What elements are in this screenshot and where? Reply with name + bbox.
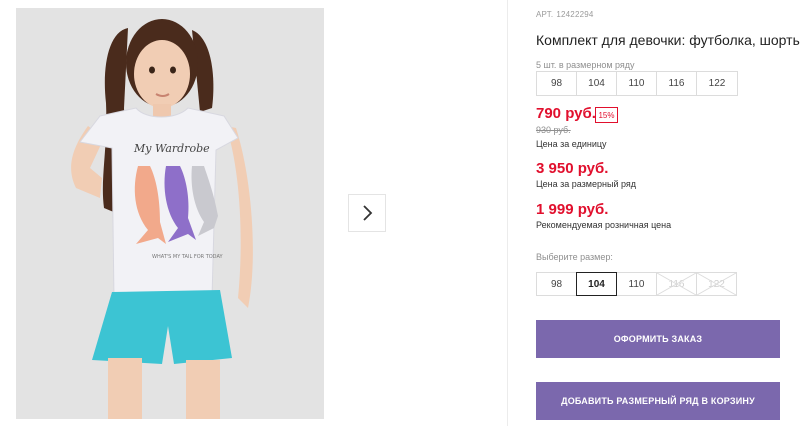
size-option-122: 122 <box>696 272 737 296</box>
old-price: 930 руб. <box>536 125 571 135</box>
row-price: 3 950 руб. <box>536 160 609 177</box>
product-photo[interactable]: My Wardrobe WHAT'S MY TAIL FOR TODAY <box>16 8 324 419</box>
size-option-116: 116 <box>656 272 697 296</box>
product-photo-illustration: My Wardrobe WHAT'S MY TAIL FOR TODAY <box>16 8 324 419</box>
shorts-shape <box>92 290 232 364</box>
place-order-button[interactable]: ОФОРМИТЬ ЗАКАЗ <box>536 320 780 358</box>
unavailable-cross-icon <box>657 273 696 295</box>
size-range-cell: 116 <box>657 72 697 95</box>
size-option-label: 110 <box>628 278 645 290</box>
unavailable-cross-icon <box>697 273 736 295</box>
sku-line: АРТ. 12422294 <box>536 10 594 19</box>
size-option-label: 104 <box>588 278 605 290</box>
add-size-row-to-cart-button[interactable]: ДОБАВИТЬ РАЗМЕРНЫЙ РЯД В КОРЗИНУ <box>536 382 780 420</box>
size-picker: 98 104 110 116 122 <box>536 272 737 296</box>
size-range-cell: 98 <box>537 72 577 95</box>
size-range-cell: 104 <box>577 72 617 95</box>
product-info-panel: АРТ. 12422294 Комплект для девочки: футбо… <box>536 0 800 426</box>
product-title: Комплект для девочки: футболка, шорты <box>536 32 800 48</box>
next-image-button[interactable] <box>348 194 386 232</box>
discount-badge: 15% <box>595 107 618 123</box>
tshirt-print-text: My Wardrobe <box>133 142 210 155</box>
size-range-cell: 122 <box>708 78 726 89</box>
unit-price: 790 руб. <box>536 105 596 122</box>
size-range-cell: 110 <box>617 72 657 95</box>
product-gallery: My Wardrobe WHAT'S MY TAIL FOR TODAY <box>0 0 508 426</box>
row-price-caption: Цена за размерный ряд <box>536 179 637 189</box>
size-range-table: 98 104 110 116 122 <box>536 71 738 96</box>
unit-price-caption: Цена за единицу <box>536 139 607 149</box>
retail-price: 1 999 руб. <box>536 201 609 218</box>
size-option-104[interactable]: 104 <box>576 272 617 296</box>
size-range-note: 5 шт. в размерном ряду <box>536 60 635 70</box>
size-option-label: 98 <box>550 278 563 290</box>
choose-size-label: Выберите размер: <box>536 252 613 262</box>
tshirt-caption-text: WHAT'S MY TAIL FOR TODAY <box>152 254 223 260</box>
size-option-110[interactable]: 110 <box>616 272 657 296</box>
size-option-98[interactable]: 98 <box>536 272 577 296</box>
retail-price-caption: Рекомендуемая розничная цена <box>536 220 672 230</box>
chevron-right-icon <box>363 205 373 221</box>
sku-value: 12422294 <box>556 10 594 19</box>
sku-label: АРТ. <box>536 10 554 19</box>
